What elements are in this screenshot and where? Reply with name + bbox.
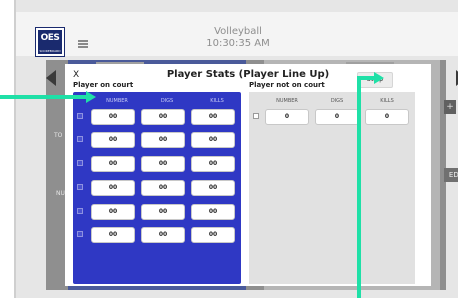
digs-field[interactable]: 00 [141,132,185,148]
number-field[interactable]: 00 [91,227,135,243]
not-on-court-label: Player not on court [249,81,325,89]
pointer-arrow-to-swap-icon [374,72,384,84]
background-edit-button[interactable]: EDIT [444,168,458,182]
on-court-label: Player on court [73,81,134,89]
background-label-nu: NU [56,190,65,197]
screenshot-root: OES SCOREBOARD Volleyball 10:30:35 AM TO… [0,0,458,298]
kills-field[interactable]: 00 [191,180,235,196]
off-court-header-kills: KILLS [380,98,394,104]
previous-arrow-icon[interactable] [46,70,56,86]
on-court-header-number: NUMBER [106,98,128,104]
on-court-panel: NUMBER DIGS KILLS 00 00 00 00 00 00 00 0… [73,92,241,284]
digs-field[interactable]: 00 [141,156,185,172]
app-header: OES SCOREBOARD Volleyball 10:30:35 AM [16,12,458,57]
row-checkbox[interactable] [77,208,83,214]
background-label-ls: LS [446,192,454,199]
number-field[interactable]: 00 [91,180,135,196]
row-checkbox[interactable] [77,160,83,166]
digs-field[interactable]: 00 [141,227,185,243]
row-checkbox[interactable] [77,231,83,237]
kills-field[interactable]: 00 [191,132,235,148]
on-court-header-kills: KILLS [210,98,224,104]
clock-time: 10:30:35 AM [206,38,270,49]
kills-field[interactable]: 0 [365,109,409,125]
pointer-arrow-up-elbow [357,76,375,80]
app-title: Volleyball 10:30:35 AM [16,26,458,50]
pointer-arrow-up-shaft [357,80,361,298]
kills-field[interactable]: 00 [191,204,235,220]
kills-field[interactable]: 00 [191,156,235,172]
number-field[interactable]: 00 [91,156,135,172]
off-court-header-digs: DIGS [330,98,344,104]
kills-field[interactable]: 00 [191,227,235,243]
not-on-court-panel: NUMBER DIGS KILLS 0 0 0 [249,92,415,284]
digs-field[interactable]: 00 [141,109,185,125]
digs-field[interactable]: 0 [315,109,359,125]
digs-field[interactable]: 00 [141,204,185,220]
background-label-to: TO [54,132,63,139]
background-plus-button[interactable]: + [444,100,456,114]
number-field[interactable]: 0 [265,109,309,125]
number-field[interactable]: 00 [91,132,135,148]
row-checkbox[interactable] [77,136,83,142]
sport-title: Volleyball [214,26,262,37]
kills-field[interactable]: 00 [191,109,235,125]
pointer-arrow-right-icon [86,91,96,103]
row-checkbox[interactable] [77,184,83,190]
off-court-header-number: NUMBER [276,98,298,104]
row-checkbox[interactable] [253,113,259,119]
digs-field[interactable]: 00 [141,180,185,196]
number-field[interactable]: 00 [91,109,135,125]
player-stats-modal: X Player Stats (Player Line Up) Swap Pla… [65,64,431,286]
pointer-arrow-left-shaft [0,95,88,99]
row-checkbox[interactable] [77,113,83,119]
on-court-header-digs: DIGS [160,98,174,104]
number-field[interactable]: 00 [91,204,135,220]
